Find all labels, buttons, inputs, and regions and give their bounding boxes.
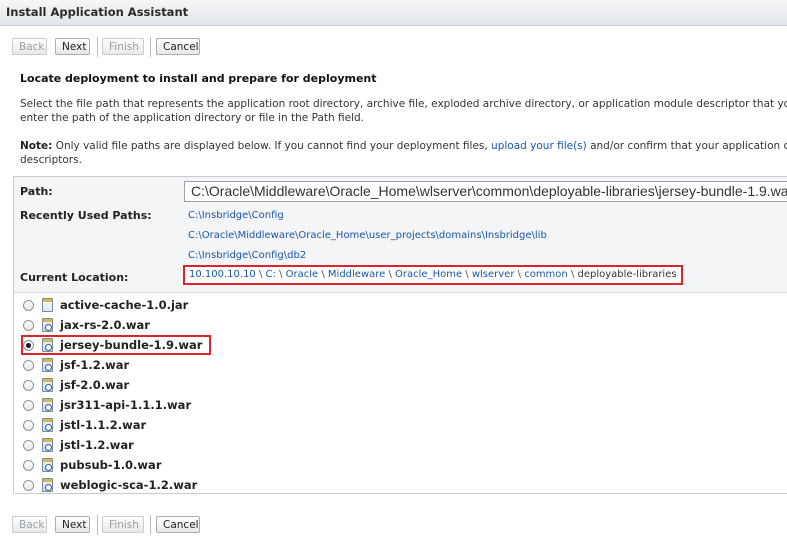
button-separator bbox=[97, 37, 98, 57]
breadcrumb-item[interactable]: Oracle_Home bbox=[395, 269, 462, 280]
war-file-icon bbox=[42, 378, 53, 392]
war-file-icon bbox=[42, 358, 53, 372]
file-name: jsf-2.0.war bbox=[60, 378, 130, 392]
recent-path-link[interactable]: C:\Insbridge\Config\db2 bbox=[188, 250, 306, 261]
next-button[interactable]: Next bbox=[55, 38, 90, 55]
war-file-icon bbox=[42, 438, 53, 452]
file-name: weblogic-sca-1.2.war bbox=[60, 478, 198, 492]
section-heading: Locate deployment to install and prepare… bbox=[20, 72, 377, 85]
war-file-icon bbox=[42, 478, 53, 492]
file-name: jax-rs-2.0.war bbox=[60, 318, 150, 332]
breadcrumb-item[interactable]: Middleware bbox=[328, 269, 385, 280]
recent-path-link[interactable]: C:\Insbridge\Config bbox=[188, 210, 284, 221]
upload-files-link[interactable]: upload your file(s) bbox=[491, 140, 587, 152]
war-file-icon bbox=[42, 318, 53, 332]
current-location-label: Current Location: bbox=[20, 271, 129, 284]
finish-button[interactable]: Finish bbox=[102, 516, 144, 533]
selection-highlight bbox=[21, 335, 211, 355]
note-line-1: Note: Only valid file paths are displaye… bbox=[20, 139, 787, 153]
cancel-button[interactable]: Cancel bbox=[156, 38, 200, 55]
war-file-icon bbox=[42, 398, 53, 412]
radio-button[interactable] bbox=[23, 480, 34, 491]
path-area: Path: C:\Oracle\Middleware\Oracle_Home\w… bbox=[14, 177, 787, 293]
next-button[interactable]: Next bbox=[55, 516, 90, 533]
title-bar: Install Application Assistant bbox=[0, 0, 787, 26]
radio-button[interactable] bbox=[23, 400, 34, 411]
file-name: jsf-1.2.war bbox=[60, 358, 130, 372]
path-input[interactable]: C:\Oracle\Middleware\Oracle_Home\wlserve… bbox=[184, 181, 787, 202]
note-text-after: and/or confirm that your application con… bbox=[590, 140, 787, 152]
file-name: jsr311-api-1.1.1.war bbox=[60, 398, 192, 412]
finish-button[interactable]: Finish bbox=[102, 38, 144, 55]
file-browser-panel: Path: C:\Oracle\Middleware\Oracle_Home\w… bbox=[13, 176, 787, 494]
war-file-icon bbox=[42, 458, 53, 472]
recent-paths-label: Recently Used Paths: bbox=[20, 209, 152, 222]
radio-button[interactable] bbox=[23, 460, 34, 471]
jar-file-icon bbox=[42, 298, 53, 312]
cancel-button[interactable]: Cancel bbox=[156, 516, 200, 533]
breadcrumb-item[interactable]: wlserver bbox=[472, 269, 515, 280]
radio-button[interactable] bbox=[23, 300, 34, 311]
button-separator bbox=[150, 37, 151, 57]
breadcrumb-item[interactable]: C: bbox=[266, 269, 276, 280]
file-name: jstl-1.1.2.war bbox=[60, 418, 147, 432]
radio-button[interactable] bbox=[23, 360, 34, 371]
radio-button[interactable] bbox=[23, 380, 34, 391]
breadcrumb-current: deployable-libraries bbox=[577, 269, 677, 280]
description-line-1: Select the file path that represents the… bbox=[20, 98, 787, 110]
button-separator bbox=[97, 515, 98, 535]
back-button[interactable]: Back bbox=[12, 38, 47, 55]
breadcrumb-item[interactable]: 10.100.10.10 bbox=[189, 269, 256, 280]
breadcrumb-item[interactable]: common bbox=[524, 269, 568, 280]
war-file-icon bbox=[42, 418, 53, 432]
button-separator bbox=[150, 515, 151, 535]
radio-button[interactable] bbox=[23, 420, 34, 431]
description-line-2: enter the path of the application direct… bbox=[20, 112, 365, 124]
radio-button[interactable] bbox=[23, 440, 34, 451]
current-location-breadcrumb: 10.100.10.10 \ C: \ Oracle \ Middleware … bbox=[183, 265, 683, 285]
radio-button[interactable] bbox=[23, 320, 34, 331]
note-line-2: descriptors. bbox=[20, 154, 82, 166]
file-name: active-cache-1.0.jar bbox=[60, 298, 189, 312]
breadcrumb-item[interactable]: Oracle bbox=[286, 269, 319, 280]
top-button-bar: Back Next Finish Cancel bbox=[0, 34, 787, 60]
note-text: Only valid file paths are displayed belo… bbox=[52, 140, 492, 152]
back-button[interactable]: Back bbox=[12, 516, 47, 533]
path-label: Path: bbox=[20, 185, 53, 198]
recent-path-link[interactable]: C:\Oracle\Middleware\Oracle_Home\user_pr… bbox=[188, 230, 547, 241]
file-name: jstl-1.2.war bbox=[60, 438, 134, 452]
bottom-button-bar: Back Next Finish Cancel bbox=[0, 512, 787, 538]
window-title: Install Application Assistant bbox=[6, 5, 189, 19]
file-name: pubsub-1.0.war bbox=[60, 458, 162, 472]
note-label: Note: bbox=[20, 140, 53, 152]
